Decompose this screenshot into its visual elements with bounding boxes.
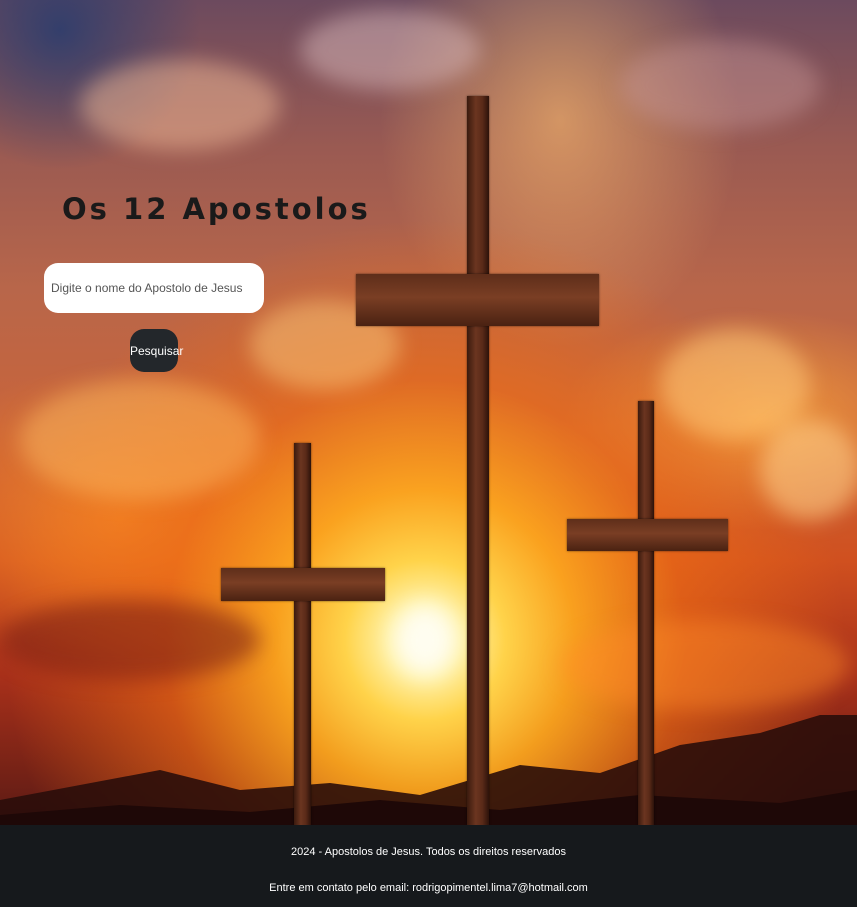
cloud — [560, 620, 850, 710]
hero-background-image — [0, 0, 857, 825]
cloud — [760, 420, 857, 520]
cloud — [0, 600, 260, 680]
cloud — [660, 330, 810, 440]
right-cross-beam — [567, 519, 728, 551]
cloud — [300, 10, 480, 90]
footer-copyright: 2024 - Apostolos de Jesus. Todos os dire… — [291, 846, 566, 858]
cloud — [80, 60, 280, 150]
cloud — [620, 40, 820, 130]
search-input[interactable] — [44, 263, 264, 313]
center-cross-post — [467, 96, 489, 825]
mountains — [0, 715, 857, 825]
footer-contact-email: Entre em contato pelo email: rodrigopime… — [269, 882, 588, 894]
page-title: Os 12 Apostolos — [62, 192, 371, 226]
left-cross-beam — [221, 568, 385, 601]
center-cross-beam — [356, 274, 599, 326]
left-cross-post — [294, 443, 311, 825]
cloud — [20, 380, 260, 500]
sun — [395, 605, 455, 675]
page: Os 12 Apostolos Pesquisar 2024 - Apostol… — [0, 0, 857, 907]
search-button[interactable]: Pesquisar — [130, 329, 183, 372]
right-cross-post — [638, 401, 654, 825]
footer: 2024 - Apostolos de Jesus. Todos os dire… — [0, 825, 857, 907]
